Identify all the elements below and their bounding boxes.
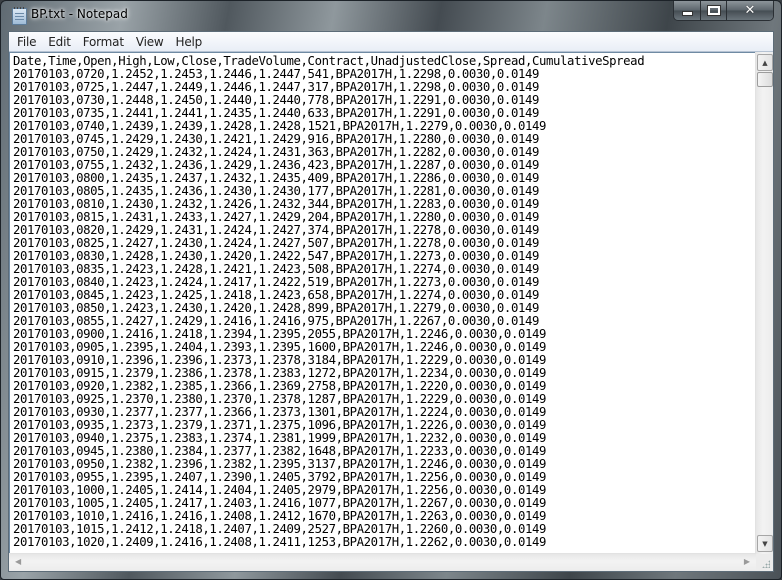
- close-button[interactable]: ✕: [726, 1, 773, 20]
- menu-edit[interactable]: Edit: [42, 35, 76, 49]
- menu-bar: File Edit Format View Help: [9, 32, 773, 52]
- notepad-window: BP.txt - Notepad ✕ File Edit Format View…: [0, 0, 782, 580]
- notepad-icon[interactable]: [12, 7, 27, 25]
- scroll-left-arrow-icon[interactable]: ◀: [15, 557, 21, 566]
- vertical-scroll-thumb[interactable]: [757, 72, 773, 87]
- scroll-up-arrow-icon: ▲: [762, 58, 768, 67]
- vertical-scrollbar[interactable]: ▲ ▼: [755, 52, 773, 554]
- menu-view[interactable]: View: [130, 35, 170, 49]
- scroll-up-button[interactable]: ▲: [757, 54, 773, 71]
- horizontal-scrollbar[interactable]: ◀ ▶: [9, 553, 756, 571]
- minimize-button[interactable]: [674, 1, 700, 20]
- text-content[interactable]: Date,Time,Open,High,Low,Close,TradeVolum…: [10, 53, 756, 549]
- window-title: BP.txt - Notepad: [31, 7, 128, 21]
- menu-help[interactable]: Help: [170, 35, 209, 49]
- menu-format[interactable]: Format: [77, 35, 130, 49]
- scroll-right-arrow-icon[interactable]: ▶: [744, 557, 750, 566]
- caption-buttons: ✕: [673, 1, 774, 21]
- title-bar[interactable]: BP.txt - Notepad ✕: [1, 1, 781, 31]
- maximize-button[interactable]: [700, 1, 726, 20]
- menu-file[interactable]: File: [11, 35, 42, 49]
- text-editor[interactable]: Date,Time,Open,High,Low,Close,TradeVolum…: [9, 52, 756, 554]
- close-icon: ✕: [744, 3, 756, 18]
- size-grip[interactable]: [756, 554, 773, 571]
- maximize-icon: [706, 5, 721, 16]
- scroll-down-button[interactable]: ▼: [757, 535, 773, 552]
- minimize-icon: [681, 11, 693, 16]
- text-line: 20170103,1020,1.2409,1.2416,1.2408,1.241…: [13, 535, 547, 549]
- client-area: File Edit Format View Help Date,Time,Ope…: [8, 31, 774, 572]
- scroll-down-arrow-icon: ▼: [762, 539, 768, 548]
- resize-grip-icon: [762, 560, 770, 568]
